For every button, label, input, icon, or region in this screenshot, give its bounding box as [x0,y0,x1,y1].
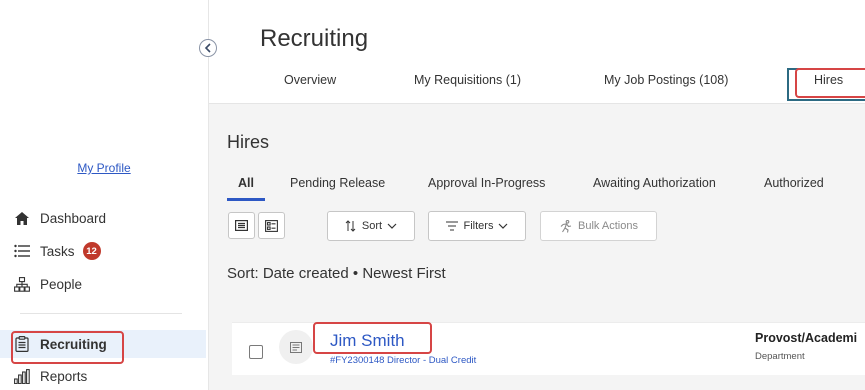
sort-button[interactable]: Sort [327,211,415,241]
subtab-authorized[interactable]: Authorized [764,176,824,190]
tasks-count-badge: 12 [82,242,101,260]
subtab-all[interactable]: All [238,176,254,190]
sidebar-item-people[interactable]: People [12,275,82,293]
bulk-actions-button-label: Bulk Actions [578,220,638,232]
card-view-button[interactable] [258,212,285,239]
sidebar-item-recruiting[interactable]: Recruiting [12,335,107,353]
sort-summary: Sort: Date created • Newest First [227,265,446,282]
sidebar-item-reports[interactable]: Reports [12,367,87,385]
sidebar-item-tasks[interactable]: Tasks 12 [12,242,101,260]
home-icon [12,209,32,227]
list-view-button[interactable] [228,212,255,239]
sort-button-label: Sort [361,220,383,232]
subtab-approval-in-progress[interactable]: Approval In-Progress [428,176,545,190]
row-select-checkbox[interactable] [249,345,263,359]
sidebar-item-label: Reports [40,368,88,384]
table-row[interactable] [232,322,865,375]
org-chart-icon [12,275,32,293]
filter-icon [445,221,458,231]
sidebar-item-label: Tasks [40,243,75,259]
hire-department-label: Department [755,351,805,362]
chevron-down-icon [387,223,397,229]
bar-chart-icon [12,367,32,385]
bulk-actions-button[interactable]: Bulk Actions [540,211,657,241]
contact-card-icon [279,330,313,364]
filters-button[interactable]: Filters [428,211,526,241]
active-subtab-indicator [227,198,265,201]
clipboard-icon [12,335,32,353]
chevron-left-icon [204,43,212,53]
hire-requisition-link[interactable]: #FY2300148 Director - Dual Credit [330,355,476,366]
sort-arrows-icon [345,220,356,232]
hire-department-value: Provost/Academi [755,331,858,345]
card-view-icon [265,219,278,232]
page-title: Recruiting [260,25,369,52]
running-person-icon [559,219,572,233]
list-view-icon [235,220,248,231]
tab-overview[interactable]: Overview [284,73,336,87]
subtab-awaiting-authorization[interactable]: Awaiting Authorization [593,176,716,190]
subtab-pending-release[interactable]: Pending Release [290,176,385,190]
collapse-sidebar-button[interactable] [199,39,217,57]
sidebar-item-dashboard[interactable]: Dashboard [12,209,106,227]
sidebar-item-label: People [40,276,83,292]
tab-hires[interactable]: Hires [814,73,843,87]
sidebar-item-label: Recruiting [40,336,107,352]
sidebar-item-label: Dashboard [40,210,107,226]
tab-my-requisitions[interactable]: My Requisitions (1) [414,73,521,87]
tab-my-job-postings[interactable]: My Job Postings (108) [604,73,728,87]
sidebar-divider [20,313,182,314]
tasks-list-icon [12,242,32,260]
chevron-down-icon [498,223,508,229]
my-profile-link[interactable]: My Profile [0,161,208,175]
section-title: Hires [227,132,270,152]
filters-button-label: Filters [463,220,494,232]
hire-name-link[interactable]: Jim Smith [330,331,405,351]
